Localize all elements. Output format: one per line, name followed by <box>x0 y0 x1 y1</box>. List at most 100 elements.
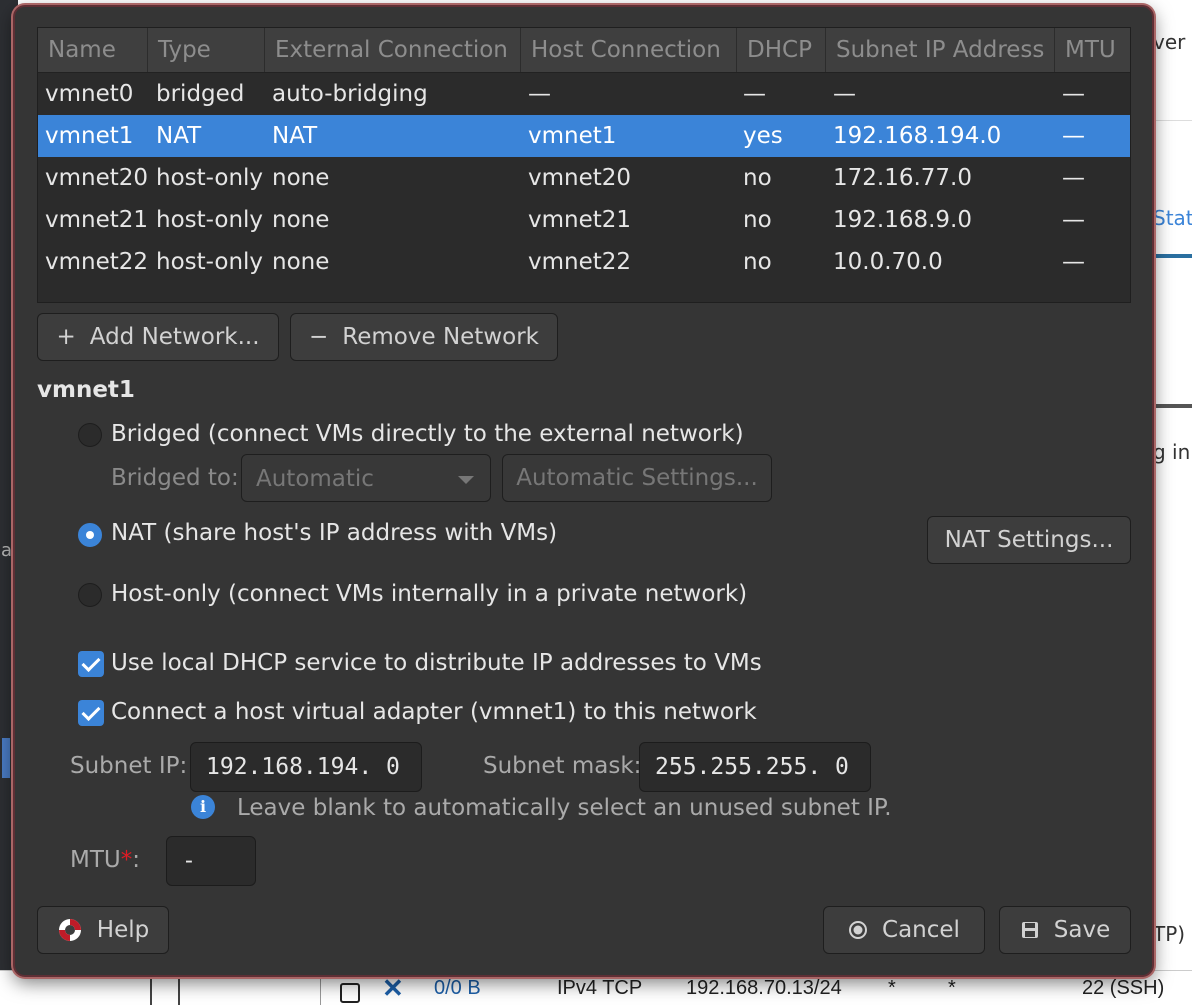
table-row-selected[interactable]: vmnet1 NAT NAT vmnet1 yes 192.168.194.0 … <box>38 115 1130 157</box>
background-protocol: IPv4 TCP <box>557 977 643 999</box>
save-icon <box>1021 922 1038 938</box>
nat-radio[interactable] <box>78 523 102 547</box>
nat-label[interactable]: NAT (share host's IP address with VMs) <box>111 520 557 546</box>
help-label: Help <box>96 917 150 943</box>
required-marker: * <box>120 847 133 873</box>
adapter-label[interactable]: Connect a host virtual adapter (vmnet1) … <box>111 699 757 725</box>
subnet-mask-field[interactable]: 255.255.255. 0 <box>639 742 871 792</box>
subnet-ip-label: Subnet IP: <box>70 753 188 779</box>
column-header-subnet[interactable]: Subnet IP Address <box>826 28 1055 72</box>
selected-network-title: vmnet1 <box>37 377 135 403</box>
subnet-ip-field[interactable]: 192.168.194. 0 <box>190 742 422 792</box>
table-row[interactable]: vmnet20 host-only none vmnet20 no 172.16… <box>38 157 1130 199</box>
cell-mtu: — <box>1062 249 1085 275</box>
cell-host: vmnet22 <box>528 249 632 275</box>
automatic-settings-button[interactable]: Automatic Settings... <box>502 454 772 502</box>
cell-type: bridged <box>156 81 245 107</box>
cell-host: vmnet20 <box>528 165 632 191</box>
background-right-text-1: ver <box>1153 30 1186 54</box>
dhcp-label[interactable]: Use local DHCP service to distribute IP … <box>111 650 762 676</box>
background-size-link[interactable]: 0/0 B <box>434 977 481 1000</box>
network-table: Name Type External Connection Host Conne… <box>37 27 1131 303</box>
cell-type: host-only <box>156 249 264 275</box>
mtu-label: MTU*: <box>70 847 140 873</box>
bridged-to-value: Automatic <box>256 466 374 492</box>
cell-mtu: — <box>1062 81 1085 107</box>
column-header-mtu[interactable]: MTU <box>1055 28 1130 72</box>
background-selection-accent <box>2 738 10 778</box>
background-address: 192.168.70.13/24 <box>686 977 842 999</box>
automatic-settings-label: Automatic Settings... <box>516 465 758 491</box>
table-row[interactable]: vmnet22 host-only none vmnet22 no 10.0.7… <box>38 241 1130 283</box>
background-right-text-2: g in <box>1153 440 1191 464</box>
background-port: 22 (SSH) <box>1082 977 1165 999</box>
column-header-type[interactable]: Type <box>148 28 265 72</box>
cell-external: auto-bridging <box>272 81 428 107</box>
cell-host: — <box>528 81 551 107</box>
background-star-1: * <box>888 977 896 999</box>
background-left-fragment: a <box>1 540 13 561</box>
plus-icon: + <box>56 324 76 350</box>
cell-name: vmnet0 <box>45 81 134 107</box>
cell-dhcp: — <box>743 81 766 107</box>
cell-dhcp: no <box>743 207 772 233</box>
help-lifebuoy-icon <box>58 919 81 941</box>
close-icon[interactable]: ✕ <box>382 973 404 1004</box>
remove-network-label: Remove Network <box>342 324 539 350</box>
info-icon: i <box>191 795 215 819</box>
nat-settings-label: NAT Settings... <box>944 527 1114 553</box>
column-header-name[interactable]: Name <box>38 28 148 72</box>
column-header-host[interactable]: Host Connection <box>521 28 737 72</box>
cell-external: NAT <box>272 123 318 149</box>
cell-mtu: — <box>1062 207 1085 233</box>
cell-subnet: 192.168.9.0 <box>833 207 972 233</box>
mtu-label-text: MTU <box>70 847 121 873</box>
add-network-button[interactable]: + Add Network... <box>37 313 279 361</box>
add-network-label: Add Network... <box>89 324 260 350</box>
cell-name: vmnet20 <box>45 165 149 191</box>
cell-name: vmnet21 <box>45 207 149 233</box>
mtu-label-colon: : <box>132 847 140 873</box>
row-checkbox[interactable] <box>340 983 360 1003</box>
cell-subnet: 172.16.77.0 <box>833 165 972 191</box>
cell-mtu: — <box>1062 123 1085 149</box>
table-row[interactable]: vmnet0 bridged auto-bridging — — — — <box>38 73 1130 115</box>
bridged-to-dropdown[interactable]: Automatic <box>241 454 491 502</box>
dhcp-checkbox[interactable] <box>78 651 104 677</box>
save-button[interactable]: Save <box>999 906 1131 954</box>
subnet-mask-label: Subnet mask: <box>483 753 642 779</box>
help-button[interactable]: Help <box>37 906 169 954</box>
cell-external: none <box>272 207 330 233</box>
column-header-external[interactable]: External Connection <box>265 28 521 72</box>
cell-name: vmnet22 <box>45 249 149 275</box>
save-label: Save <box>1053 917 1111 943</box>
bridged-label[interactable]: Bridged (connect VMs directly to the ext… <box>111 421 744 447</box>
background-right-text-3: TP) <box>1153 922 1186 946</box>
subnet-info-text: Leave blank to automatically select an u… <box>237 795 892 821</box>
cell-name: vmnet1 <box>45 123 134 149</box>
column-header-dhcp[interactable]: DHCP <box>737 28 826 72</box>
cancel-label: Cancel <box>882 917 960 943</box>
nat-settings-button[interactable]: NAT Settings... <box>927 516 1131 564</box>
cell-subnet: 10.0.70.0 <box>833 249 943 275</box>
cell-mtu: — <box>1062 165 1085 191</box>
adapter-checkbox[interactable] <box>78 700 104 726</box>
cancel-button[interactable]: Cancel <box>823 906 985 954</box>
cell-external: none <box>272 165 330 191</box>
bridged-radio[interactable] <box>78 423 102 447</box>
table-row[interactable]: vmnet21 host-only none vmnet21 no 192.16… <box>38 199 1130 241</box>
cell-dhcp: no <box>743 165 772 191</box>
remove-network-button[interactable]: − Remove Network <box>290 313 558 361</box>
hostonly-label[interactable]: Host-only (connect VMs internally in a p… <box>111 581 747 607</box>
cell-external: none <box>272 249 330 275</box>
cell-subnet: 192.168.194.0 <box>833 123 1002 149</box>
background-right-tab[interactable]: Stat <box>1153 206 1192 230</box>
mtu-field[interactable]: - <box>166 836 256 886</box>
cell-host: vmnet21 <box>528 207 632 233</box>
cell-type: host-only <box>156 207 264 233</box>
cell-type: host-only <box>156 165 264 191</box>
cancel-icon <box>849 921 868 939</box>
cell-host: vmnet1 <box>528 123 617 149</box>
hostonly-radio[interactable] <box>78 583 102 607</box>
chevron-down-icon <box>458 476 474 484</box>
